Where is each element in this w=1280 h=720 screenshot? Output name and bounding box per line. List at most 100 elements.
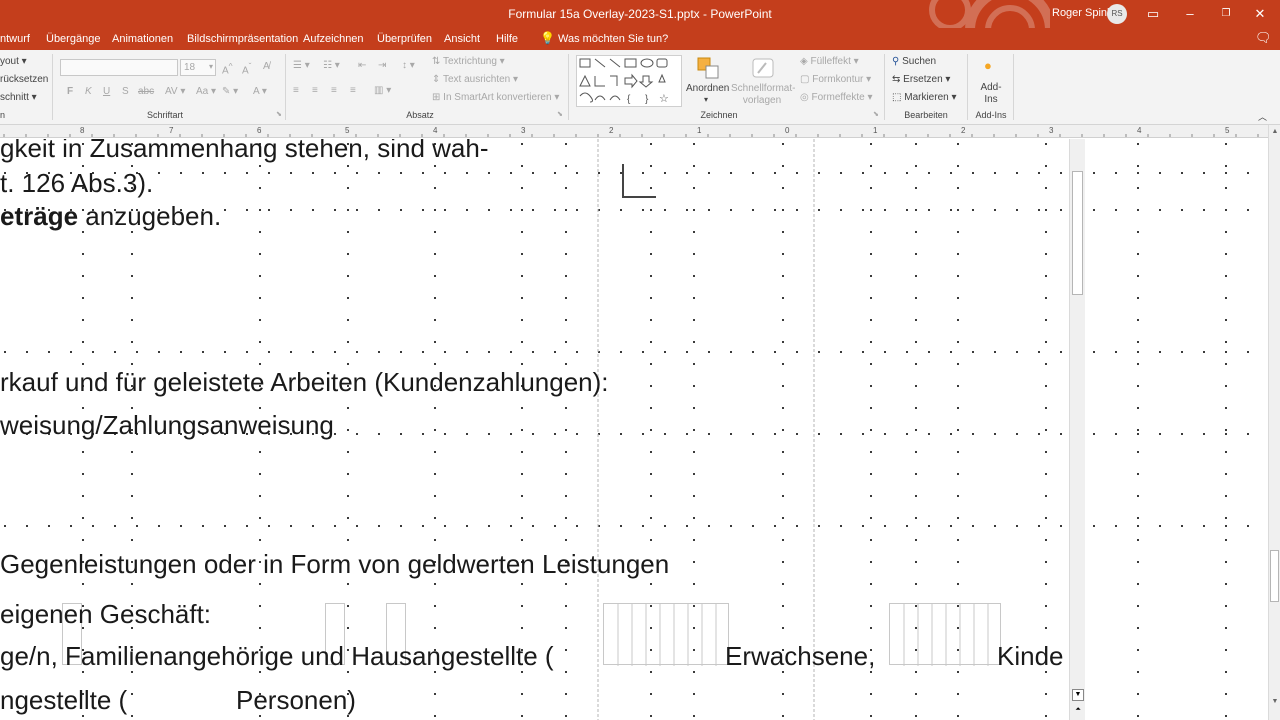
shadow-icon[interactable]: S — [122, 86, 129, 97]
scroll-down-icon[interactable]: ▼ — [1270, 697, 1280, 707]
form-field-cells — [903, 604, 989, 666]
maximize-icon[interactable]: ❐ — [1216, 4, 1236, 24]
numbering-icon[interactable]: ☷ ▾ — [323, 60, 340, 71]
paragraph-dialog-launcher-icon[interactable]: ⬊ — [557, 110, 563, 118]
scrollbar-thumb[interactable] — [1270, 550, 1279, 602]
tab-animationen[interactable]: Animationen — [112, 33, 173, 45]
tab-bildschirmpraesentation[interactable]: Bildschirmpräsentation — [187, 33, 298, 45]
justify-icon[interactable]: ≡ — [350, 85, 356, 96]
previous-slide-icon[interactable]: ⏶ — [1072, 705, 1084, 717]
corner-marker — [622, 164, 656, 198]
add-ins-button[interactable]: Add-Ins — [978, 82, 1004, 106]
shapes-gallery[interactable]: { } ☆ — [576, 55, 682, 107]
drawing-dialog-launcher-icon[interactable]: ⬊ — [873, 110, 879, 118]
font-dialog-launcher-icon[interactable]: ⬊ — [276, 110, 282, 118]
document-line: Erwachsene, — [725, 641, 876, 671]
shrink-font-icon[interactable]: Aˇ — [242, 61, 251, 76]
section-button[interactable]: schnitt ▾ — [0, 92, 37, 103]
layout-button[interactable]: yout ▾ — [0, 56, 27, 67]
form-field-cells — [617, 604, 717, 666]
arrange-icon[interactable] — [696, 56, 720, 80]
line-spacing-icon[interactable]: ↕ ▾ — [402, 60, 415, 71]
form-field-box[interactable] — [603, 603, 729, 666]
scrollbar-thumb[interactable] — [1072, 171, 1083, 295]
replace-button[interactable]: ⇆ Ersetzen ▾ — [892, 74, 950, 85]
tell-me-search[interactable]: 💡 Was möchten Sie tun? — [540, 31, 668, 45]
strikethrough-icon[interactable]: abc — [138, 86, 154, 97]
bullets-icon[interactable]: ☰ ▾ — [293, 60, 310, 71]
select-button[interactable]: ⬚ Markieren ▾ — [892, 92, 957, 103]
shape-effects-button[interactable]: ◎ Formeffekte ▾ — [800, 92, 873, 103]
window-scrollbar[interactable]: ▲ ▼ — [1268, 125, 1280, 720]
tab-uebergaenge[interactable]: Übergänge — [46, 33, 100, 45]
align-text-button[interactable]: ⇕ Text ausrichten ▾ — [432, 74, 518, 85]
shape-outline-button[interactable]: ▢ Formkontur ▾ — [800, 74, 871, 85]
align-center-icon[interactable]: ≡ — [312, 85, 318, 96]
svg-text:}: } — [645, 94, 649, 105]
reset-button[interactable]: rücksetzen — [0, 74, 48, 85]
tab-hilfe[interactable]: Hilfe — [496, 33, 518, 45]
quick-styles-icon[interactable] — [750, 56, 776, 80]
find-button[interactable]: ⚲ Suchen — [892, 56, 936, 67]
grow-font-icon[interactable]: A^ — [222, 61, 233, 76]
tell-me-label: Was möchten Sie tun? — [558, 33, 669, 45]
user-name[interactable]: Roger Spink — [1052, 7, 1113, 19]
underline-icon[interactable]: U — [103, 86, 110, 97]
bold-icon[interactable]: F — [67, 86, 73, 97]
group-divider — [967, 54, 968, 120]
change-case-icon[interactable]: Aa ▾ — [196, 86, 216, 97]
side-canvas — [1085, 139, 1280, 720]
decrease-indent-icon[interactable]: ⇤ — [358, 60, 366, 71]
horizontal-ruler: 8 7 6 5 4 3 2 1 0 1 2 3 4 5 — [0, 125, 1280, 138]
document-line: t. 126 Abs.3). — [0, 168, 154, 198]
align-left-icon[interactable]: ≡ — [293, 85, 299, 96]
ribbon-display-options-icon[interactable]: ▭ — [1143, 4, 1163, 24]
ribbon-tabs: ntwurf Übergänge Animationen Bildschirmp… — [0, 28, 1280, 50]
lightbulb-icon: 💡 — [540, 31, 555, 45]
group-divider — [884, 54, 885, 120]
text-direction-button[interactable]: ⇅ Textrichtung ▾ — [432, 56, 505, 67]
collapse-ribbon-icon[interactable]: ︿ — [1258, 110, 1267, 123]
document-line: ngestellte ( — [0, 685, 128, 715]
svg-text:☆: ☆ — [659, 93, 669, 105]
form-field-box[interactable] — [889, 603, 1001, 666]
font-color-icon[interactable]: A ▾ — [253, 86, 267, 97]
scroll-down-icon[interactable]: ▼ — [1072, 689, 1084, 701]
tab-aufzeichnen[interactable]: Aufzeichnen — [303, 33, 364, 45]
font-group-label: Schriftart — [146, 110, 183, 120]
smartart-button[interactable]: ⊞ In SmartArt konvertieren ▾ — [432, 92, 559, 103]
align-right-icon[interactable]: ≡ — [331, 85, 337, 96]
quick-styles-button[interactable]: Schnellformat-vorlagen — [731, 83, 795, 107]
group-divider — [568, 54, 569, 120]
increase-indent-icon[interactable]: ⇥ — [378, 60, 386, 71]
italic-icon[interactable]: K — [85, 86, 92, 97]
highlight-icon[interactable]: ✎ ▾ — [222, 86, 238, 97]
tab-entwurf[interactable]: ntwurf — [0, 33, 30, 45]
slide-scrollbar[interactable]: ▼ ⏶ — [1069, 139, 1085, 720]
character-spacing-icon[interactable]: AV ▾ — [165, 86, 185, 97]
tab-ueberpruefen[interactable]: Überprüfen — [377, 33, 432, 45]
arrange-chevron-icon: ▾ — [704, 95, 709, 104]
editing-group-label: Bearbeiten — [904, 110, 948, 120]
document-line: Gegenleistungen oder in Form von geldwer… — [0, 549, 670, 579]
ruler-ticks — [3, 134, 1259, 137]
clear-formatting-icon[interactable]: A̸ — [263, 61, 270, 72]
avatar[interactable]: RS — [1107, 4, 1127, 24]
font-size-field[interactable]: 18 ▾ — [180, 59, 216, 76]
shape-fill-button[interactable]: ◈ Fülleffekt ▾ — [800, 56, 859, 67]
svg-text:{: { — [627, 94, 631, 105]
ribbon: yout ▾ rücksetzen schnitt ▾ n 18 ▾ A^ Aˇ … — [0, 50, 1280, 125]
minimize-icon[interactable]: – — [1180, 4, 1200, 24]
close-icon[interactable]: ✕ — [1250, 4, 1270, 24]
arrange-button[interactable]: Anordnen — [686, 83, 729, 94]
tab-ansicht[interactable]: Ansicht — [444, 33, 480, 45]
document-line: eigenen Geschäft: — [0, 599, 212, 629]
add-ins-icon[interactable]: ● — [984, 58, 992, 73]
columns-icon[interactable]: ▥ ▾ — [374, 85, 391, 96]
title-bar: Formular 15a Overlay-2023-S1.pptx - Powe… — [0, 0, 1280, 50]
comments-icon[interactable]: 🗨 — [1255, 30, 1272, 46]
slide-canvas[interactable]: gkeit in Zusammenhang stehen, sind wah- … — [0, 139, 1069, 720]
slides-group-label: n — [0, 110, 6, 120]
scroll-up-icon[interactable]: ▲ — [1270, 127, 1280, 137]
font-name-field[interactable] — [60, 59, 178, 76]
